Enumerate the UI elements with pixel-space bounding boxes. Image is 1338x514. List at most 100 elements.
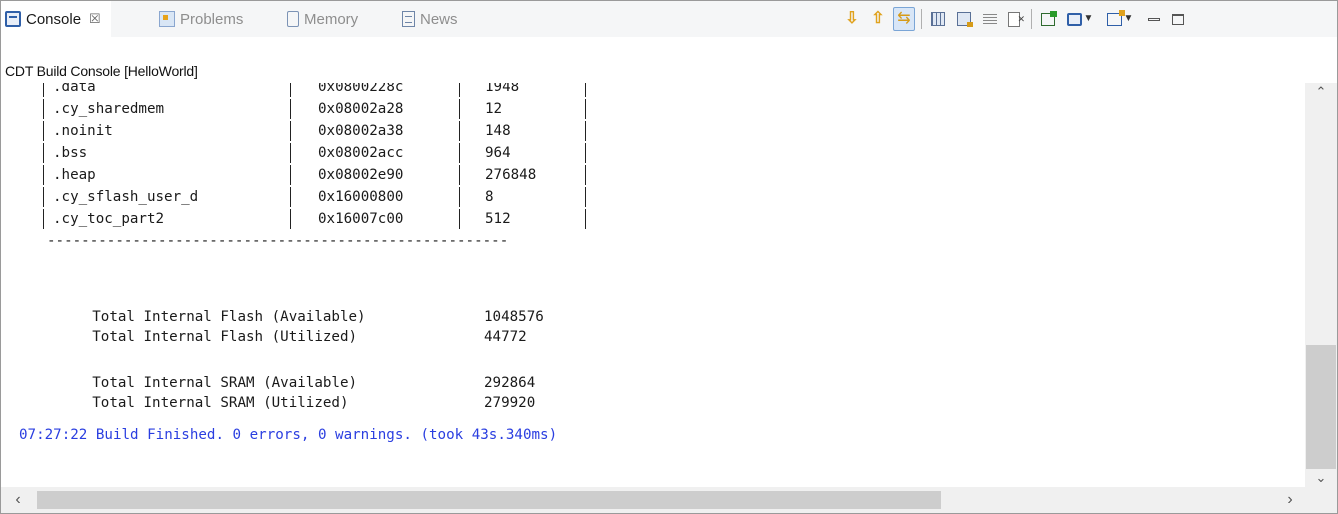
tab-console-label: Console	[26, 10, 82, 28]
section-address-cell: 0x08002a28	[318, 101, 404, 117]
table-row: .cy_sharedmem 0x08002a28 12	[1, 99, 601, 119]
total-row: Total Internal SRAM (Utilized)	[41, 373, 348, 411]
total-value: 279920	[484, 395, 536, 411]
table-column-border	[585, 121, 586, 141]
horizontal-scrollbar[interactable]: ‹ ›	[1, 487, 1305, 513]
tab-memory[interactable]: Memory	[287, 1, 358, 37]
pin-console-icon[interactable]	[953, 7, 975, 31]
table-column-border	[585, 209, 586, 229]
news-icon	[402, 11, 415, 27]
tab-console[interactable]: Console ☒	[1, 1, 111, 37]
table-divider: ----------------------------------------…	[47, 233, 509, 249]
console-output[interactable]: .data 0x0800228c 1948 .cy_sharedmem 0x08002a…	[1, 83, 1305, 487]
scroll-up-icon[interactable]: ⇧	[867, 7, 889, 31]
total-value-row: 44772	[1, 307, 527, 345]
minimize-icon[interactable]	[1143, 7, 1165, 31]
table-column-border	[459, 99, 460, 119]
table-column-border	[290, 143, 291, 163]
tab-news[interactable]: News	[402, 1, 458, 37]
scroll-up-arrow-icon[interactable]: ⌃	[1305, 83, 1337, 101]
show-lines-icon[interactable]	[979, 7, 1001, 31]
table-column-border	[290, 99, 291, 119]
table-column-border	[585, 99, 586, 119]
scroll-lock-down-icon[interactable]: ⇩	[841, 7, 863, 31]
section-size-cell: 512	[485, 211, 511, 227]
table-column-border	[585, 83, 586, 97]
section-name-cell: .cy_sflash_user_d	[53, 189, 199, 205]
toolbar-separator	[921, 9, 922, 29]
console-title: CDT Build Console [HelloWorld]	[5, 63, 198, 79]
section-address-cell: 0x0800228c	[318, 83, 404, 95]
table-column-border	[290, 121, 291, 141]
table-row: .heap 0x08002e90 276848	[1, 165, 601, 185]
tab-memory-label: Memory	[304, 10, 359, 28]
total-value-row: 292864	[1, 353, 535, 391]
table-column-border	[585, 165, 586, 185]
section-name-cell: .cy_sharedmem	[53, 101, 165, 117]
console-icon	[5, 11, 21, 27]
pin-view-icon[interactable]	[1037, 7, 1059, 31]
vertical-scrollbar[interactable]: ⌃ ⌄	[1305, 83, 1337, 487]
table-column-border	[43, 165, 44, 185]
table-row: .bss 0x08002acc 964	[1, 143, 601, 163]
memory-icon	[287, 11, 299, 27]
section-address-cell: 0x08002a38	[318, 123, 404, 139]
total-value-row: 1048576	[1, 287, 544, 325]
section-size-cell: 8	[485, 189, 494, 205]
clear-console-icon[interactable]	[1003, 7, 1025, 31]
table-column-border	[43, 143, 44, 163]
table-column-border	[43, 121, 44, 141]
table-row: .cy_sflash_user_d 0x16000800 8	[1, 187, 601, 207]
tab-problems-label: Problems	[180, 10, 244, 28]
problems-icon	[159, 11, 175, 27]
section-size-cell: 148	[485, 123, 511, 139]
table-column-border	[43, 209, 44, 229]
total-row: Total Internal Flash (Utilized)	[41, 307, 357, 345]
total-value: 44772	[484, 329, 527, 345]
build-finished-message: 07:27:22 Build Finished. 0 errors, 0 war…	[19, 427, 558, 443]
table-column-border	[585, 187, 586, 207]
word-wrap-icon[interactable]	[927, 7, 949, 31]
table-column-border	[43, 99, 44, 119]
table-column-border	[585, 143, 586, 163]
total-value: 1048576	[484, 309, 544, 325]
tab-problems[interactable]: Problems	[159, 1, 243, 37]
section-address-cell: 0x16000800	[318, 189, 404, 205]
toolbar-row-background	[1, 37, 1337, 61]
scrollbar-corner	[1305, 487, 1337, 513]
display-console-dropdown-icon[interactable]: ▼	[1063, 7, 1097, 31]
section-size-cell: 964	[485, 145, 511, 161]
scroll-down-arrow-icon[interactable]: ⌄	[1305, 469, 1337, 487]
table-column-border	[290, 209, 291, 229]
section-size-cell: 12	[485, 101, 503, 117]
table-column-border	[459, 209, 460, 229]
vertical-scroll-thumb[interactable]	[1306, 345, 1336, 469]
section-size-cell: 276848	[485, 167, 537, 183]
scroll-right-arrow-icon[interactable]: ›	[1275, 487, 1305, 513]
table-column-border	[459, 187, 460, 207]
table-row: .noinit 0x08002a38 148	[1, 121, 601, 141]
table-column-border	[43, 83, 44, 97]
total-row: Total Internal SRAM (Available)	[41, 353, 357, 391]
section-size-cell: 1948	[485, 83, 520, 95]
total-value: 292864	[484, 375, 536, 391]
horizontal-scroll-thumb[interactable]	[37, 491, 941, 509]
scroll-left-arrow-icon[interactable]: ‹	[3, 487, 33, 513]
open-console-dropdown-icon[interactable]: ▼	[1103, 7, 1137, 31]
section-name-cell: .data	[53, 83, 96, 95]
tab-news-label: News	[420, 10, 458, 28]
total-value-row: 279920	[1, 373, 535, 411]
view-tab-bar: Console ☒ Problems Memory News ⇩ ⇧ ⇆ ▼	[1, 1, 1337, 37]
console-view: Console ☒ Problems Memory News ⇩ ⇧ ⇆ ▼	[0, 0, 1338, 514]
close-tab-icon[interactable]: ☒	[89, 11, 101, 27]
table-row: .cy_toc_part2 0x16007c00 512	[1, 209, 601, 229]
toolbar-separator	[1031, 9, 1032, 29]
total-label: Total Internal Flash (Utilized)	[92, 329, 358, 345]
link-with-editor-icon[interactable]: ⇆	[893, 7, 915, 31]
section-address-cell: 0x08002acc	[318, 145, 404, 161]
section-name-cell: .noinit	[53, 123, 113, 139]
section-name-cell: .heap	[53, 167, 96, 183]
section-address-cell: 0x08002e90	[318, 167, 404, 183]
maximize-icon[interactable]	[1167, 7, 1189, 31]
section-name-cell: .bss	[53, 145, 88, 161]
